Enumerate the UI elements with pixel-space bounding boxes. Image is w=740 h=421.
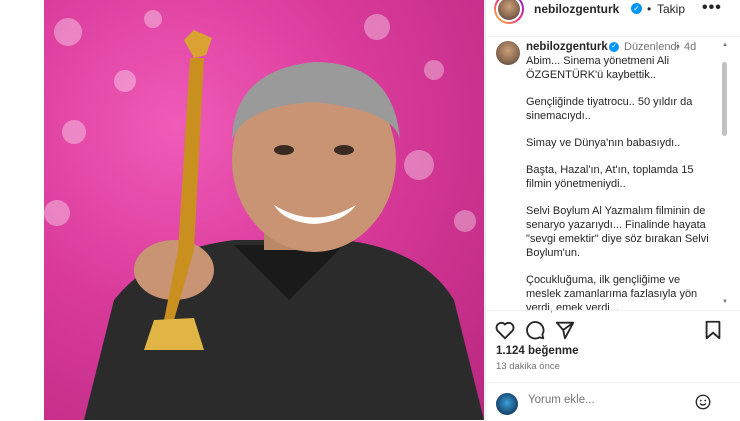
post-side-panel: nebilozgenturk ✓ • Takip ••• nebilozgent… [486, 0, 740, 420]
comment-icon[interactable] [524, 319, 546, 341]
post-time[interactable]: 13 dakika önce [496, 361, 560, 372]
bookmark-icon[interactable] [702, 319, 724, 341]
scrollbar-thumb[interactable] [722, 62, 727, 136]
follow-button[interactable]: Takip [657, 2, 685, 16]
separator: • [647, 2, 652, 16]
post-photo[interactable] [44, 0, 484, 420]
header-username[interactable]: nebilozgenturk [534, 2, 619, 16]
left-gutter [0, 0, 44, 420]
comment-bar [486, 382, 740, 421]
caption-avatar[interactable] [496, 41, 520, 65]
smiley-icon[interactable] [694, 393, 712, 411]
current-user-avatar [496, 393, 518, 415]
scroll-up-arrow-icon[interactable]: ▲ [722, 42, 728, 48]
caption-paragraph: Selvi Boylum Al Yazmalım filminin de sen… [526, 205, 709, 259]
action-bar [486, 310, 740, 349]
edited-label: Düzenlendi [624, 41, 680, 53]
heart-icon[interactable] [494, 319, 516, 341]
caption-paragraph: Simay ve Dünya'nın babasıydı.. [526, 137, 681, 149]
post-age[interactable]: 4d [684, 41, 696, 53]
verified-badge-icon: ✓ [609, 42, 619, 52]
likes-count[interactable]: 1.124 beğenme [496, 345, 578, 357]
verified-badge-icon: ✓ [631, 3, 642, 14]
caption-username[interactable]: nebilozgenturk [526, 41, 608, 53]
caption-text: Abim... Sinema yönetmeni Ali ÖZGENTÜRK'ü… [526, 54, 716, 328]
meta-separator: • [676, 41, 680, 53]
paper-plane-icon[interactable] [554, 319, 576, 341]
more-options-icon[interactable]: ••• [702, 0, 722, 17]
comment-input[interactable] [528, 394, 688, 406]
caption-paragraph: Başta, Hazal'ın, At'ın, toplamda 15 film… [526, 164, 694, 190]
scroll-down-arrow-icon[interactable]: ▼ [722, 299, 728, 305]
portrait-illustration [84, 30, 484, 420]
caption-paragraph: Abim... Sinema yönetmeni Ali ÖZGENTÜRK'ü… [526, 55, 670, 81]
caption-paragraph: Çocukluğuma, ilk gençliğime ve meslek za… [526, 274, 698, 314]
caption-paragraph: Gençliğinde tiyatrocu.. 50 yıldır da sin… [526, 96, 693, 122]
post-header: nebilozgenturk ✓ • Takip ••• [486, 0, 740, 37]
